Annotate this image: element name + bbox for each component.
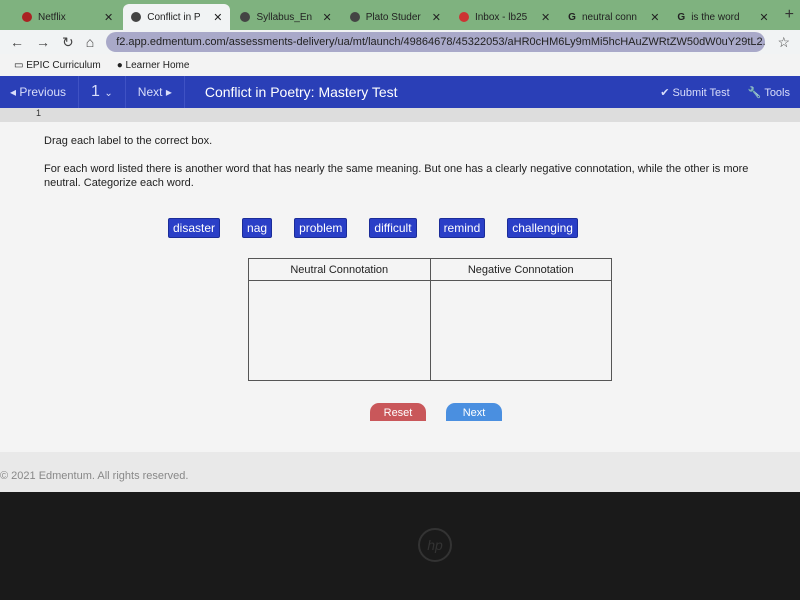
tab-google-2[interactable]: Gis the word ✕ bbox=[669, 4, 776, 30]
tab-strip: Netflix ✕ Conflict in P ✕ Syllabus_En ✕ Pla… bbox=[0, 0, 800, 30]
tab-conflict[interactable]: Conflict in P ✕ bbox=[123, 4, 231, 30]
tab-label: Netflix bbox=[38, 11, 66, 23]
prompt: For each word listed there is another wo… bbox=[44, 163, 749, 189]
tab-label: is the word bbox=[691, 11, 740, 23]
close-icon[interactable]: ✕ bbox=[104, 11, 113, 24]
close-icon[interactable]: ✕ bbox=[213, 11, 222, 24]
globe-icon bbox=[349, 12, 360, 22]
close-icon[interactable]: ✕ bbox=[650, 11, 659, 24]
divider bbox=[183, 76, 185, 108]
bookmark-label: Learner Home bbox=[125, 59, 190, 71]
screen: Netflix ✕ Conflict in P ✕ Syllabus_En ✕ Pla… bbox=[0, 0, 800, 492]
globe-icon bbox=[240, 12, 251, 22]
reset-button[interactable]: Reset bbox=[370, 403, 426, 421]
next-button[interactable]: Next bbox=[446, 403, 502, 421]
tab-google-1[interactable]: Gneutral conn ✕ bbox=[560, 4, 667, 30]
close-icon[interactable]: ✕ bbox=[541, 11, 550, 24]
submit-label: Submit Test bbox=[672, 86, 730, 99]
submit-test-button[interactable]: ✔ Submit Test bbox=[660, 86, 730, 99]
footer: © 2021 Edmentum. All rights reserved. bbox=[0, 470, 189, 482]
tab-netflix[interactable]: Netflix ✕ bbox=[14, 4, 121, 30]
divider bbox=[78, 76, 80, 108]
forward-icon[interactable]: → bbox=[36, 34, 50, 50]
instruction: Drag each label to the correct box. bbox=[44, 135, 213, 147]
tab-label: Inbox - lb25 bbox=[474, 11, 528, 23]
tab-inbox[interactable]: Inbox - lb25 ✕ bbox=[451, 4, 558, 30]
google-icon: G bbox=[568, 11, 576, 23]
home-icon[interactable]: ⌂ bbox=[86, 34, 94, 50]
question-number: 1 bbox=[91, 83, 100, 100]
bookmarks-bar: ▭ EPIC Curriculum ● Learner Home bbox=[0, 54, 800, 76]
previous-label: Previous bbox=[19, 85, 67, 99]
tab-plato[interactable]: Plato Studer ✕ bbox=[342, 4, 449, 30]
drag-label[interactable]: problem bbox=[294, 218, 348, 238]
question-number-bar: 1 bbox=[0, 108, 800, 122]
column-header: Negative Connotation bbox=[429, 258, 612, 281]
drag-label[interactable]: challenging bbox=[507, 218, 578, 238]
close-icon[interactable]: ✕ bbox=[432, 11, 441, 24]
page-title: Conflict in Poetry: Mastery Test bbox=[204, 84, 398, 100]
bookmark-learner-home[interactable]: ● Learner Home bbox=[117, 60, 190, 71]
question-select[interactable]: 1 ⌄ bbox=[91, 83, 113, 101]
tab-syllabus[interactable]: Syllabus_En ✕ bbox=[232, 4, 339, 30]
tab-label: Conflict in P bbox=[147, 11, 201, 23]
back-icon[interactable]: ← bbox=[10, 34, 24, 50]
tab-label: Syllabus_En bbox=[256, 11, 313, 23]
bookmark-epic[interactable]: ▭ EPIC Curriculum bbox=[14, 60, 101, 71]
question-content: Drag each label to the correct box. For … bbox=[0, 122, 800, 452]
bookmark-label: EPIC Curriculum bbox=[26, 59, 101, 71]
previous-button[interactable]: ◂ Previous bbox=[10, 85, 66, 99]
close-icon[interactable]: ✕ bbox=[322, 11, 331, 24]
next-nav-button[interactable]: Next ▸ bbox=[138, 85, 172, 99]
address-bar-row: ← → ↻ ⌂ f2.app.edmentum.com/assessments-del… bbox=[0, 30, 800, 54]
new-tab-button[interactable]: + bbox=[779, 6, 800, 24]
drag-label[interactable]: nag bbox=[242, 218, 273, 238]
chevron-down-icon: ⌄ bbox=[104, 88, 113, 99]
close-icon[interactable]: ✕ bbox=[759, 11, 768, 24]
tab-label: Plato Studer bbox=[365, 11, 421, 23]
star-icon[interactable]: ☆ bbox=[777, 34, 790, 51]
drag-label[interactable]: difficult bbox=[369, 218, 417, 238]
next-label: Next bbox=[137, 85, 163, 99]
tools-label: Tools bbox=[764, 86, 790, 99]
divider bbox=[124, 76, 126, 108]
drag-label[interactable]: disaster bbox=[168, 218, 221, 238]
drop-zone-neutral[interactable] bbox=[248, 280, 431, 381]
tab-label: neutral conn bbox=[581, 11, 637, 23]
reload-icon[interactable]: ↻ bbox=[62, 34, 74, 51]
tools-button[interactable]: 🔧 Tools bbox=[748, 86, 790, 99]
url-input[interactable]: f2.app.edmentum.com/assessments-delivery… bbox=[106, 32, 766, 52]
hp-logo: hp bbox=[418, 528, 452, 562]
google-icon: G bbox=[677, 11, 686, 23]
label-bank: disaster nag problem difficult remind ch… bbox=[168, 218, 756, 238]
netflix-icon bbox=[22, 12, 32, 22]
gmail-icon bbox=[458, 12, 469, 22]
drag-label[interactable]: remind bbox=[438, 218, 486, 238]
category-table: Neutral Connotation Negative Connotation bbox=[248, 258, 612, 381]
column-header: Neutral Connotation bbox=[248, 258, 431, 281]
drop-zone-negative[interactable] bbox=[429, 280, 612, 381]
test-nav-bar: ◂ Previous 1 ⌄ Next ▸ Conflict in Poetry… bbox=[0, 76, 800, 108]
edmentum-icon bbox=[131, 12, 142, 22]
